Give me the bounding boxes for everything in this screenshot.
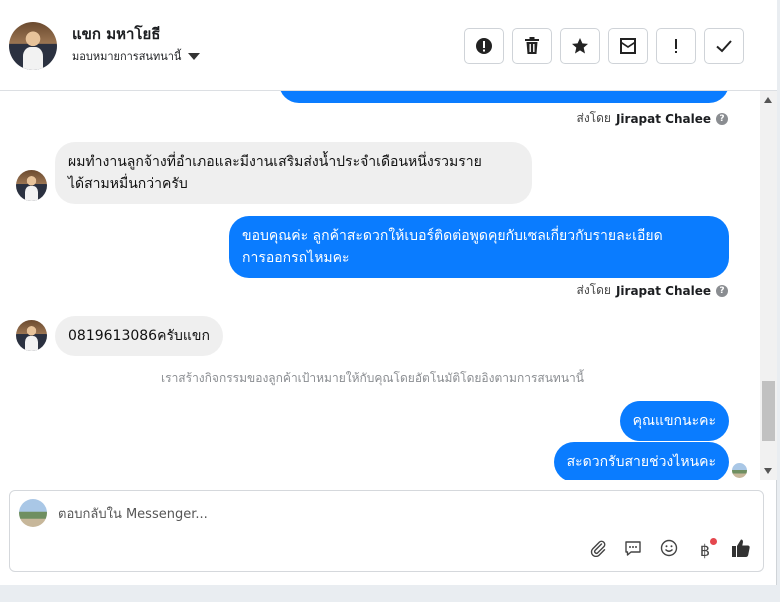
baht-icon: ฿ <box>699 540 711 560</box>
paperclip-icon <box>589 539 607 561</box>
sender-name: Jirapat Chalee <box>615 283 711 298</box>
star-button[interactable] <box>560 28 600 64</box>
system-notice: เราสร้างกิจกรรมของลูกค้าเป้าหมายให้กับคุ… <box>161 371 584 385</box>
help-icon[interactable]: ? <box>716 284 728 297</box>
emoji-icon <box>660 539 678 561</box>
reply-input[interactable] <box>58 503 658 525</box>
notification-dot <box>710 538 717 545</box>
spam-button[interactable] <box>464 28 504 64</box>
message-bubble-incoming[interactable]: ผมทำงานลูกจ้างที่อำเภอและมีงานเสริมส่งน้… <box>55 142 532 204</box>
thumbs-up-icon <box>731 538 751 562</box>
emoji-button[interactable] <box>657 538 681 562</box>
message-text: ขอบคุณค่ะ ลูกค้าสะดวกให้เบอร์ติดต่อพูดคุ… <box>242 228 663 244</box>
sent-by-label: ส่งโดย <box>576 283 611 297</box>
message-text: ได้สามหมื่นกว่าครับ <box>68 176 188 192</box>
message-bubble-outgoing[interactable]: ขอบคุณค่ะ ลูกค้าสะดวกให้เบอร์ติดต่อพูดคุ… <box>229 216 729 278</box>
page-avatar <box>19 499 47 527</box>
help-icon[interactable]: ? <box>716 112 728 125</box>
caret-down-icon <box>188 52 201 60</box>
sent-by-info: ส่งโดย Jirapat Chalee ? <box>576 109 728 128</box>
scrollbar-thumb[interactable] <box>762 381 775 441</box>
message-text: สะดวกรับสายช่วงไหนคะ <box>566 454 716 470</box>
message-text: คุณแขกนะคะ <box>632 413 716 429</box>
attach-button[interactable] <box>586 538 610 562</box>
exclamation-icon <box>673 37 679 55</box>
contact-avatar[interactable] <box>9 22 57 70</box>
star-icon <box>571 37 589 55</box>
message-bubble-incoming[interactable]: 0819613086ครับแขก <box>55 316 223 356</box>
comment-icon <box>624 539 642 561</box>
follow-up-button[interactable] <box>656 28 696 64</box>
scroll-up-icon[interactable] <box>764 97 772 103</box>
sender-name: Jirapat Chalee <box>615 111 711 126</box>
contact-name[interactable]: แขก มหาโยธี <box>72 22 160 46</box>
message-bubble-outgoing[interactable] <box>279 91 729 103</box>
read-receipt-avatar <box>732 463 747 478</box>
like-button[interactable] <box>729 538 753 562</box>
contact-avatar-small <box>16 170 47 201</box>
messenger-window: แขก มหาโยธี มอบหมายการสนทนานี้ ส่งโดย Ji… <box>0 0 777 585</box>
check-icon <box>715 37 733 55</box>
message-text: ผมทำงานลูกจ้างที่อำเภอและมีงานเสริมส่งน้… <box>68 154 482 170</box>
envelope-icon <box>619 37 637 55</box>
message-text: การออกรถไหมคะ <box>242 250 350 266</box>
sent-by-info: ส่งโดย Jirapat Chalee ? <box>576 281 728 300</box>
message-bubble-outgoing[interactable]: สะดวกรับสายช่วงไหนคะ <box>553 442 729 480</box>
done-button[interactable] <box>704 28 744 64</box>
contact-avatar-small <box>16 320 47 351</box>
message-text: 0819613086ครับแขก <box>68 328 210 344</box>
trash-icon <box>524 37 540 55</box>
assign-conversation[interactable]: มอบหมายการสนทนานี้ <box>72 47 201 65</box>
sent-by-label: ส่งโดย <box>576 111 611 125</box>
conversation-header: แขก มหาโยธี มอบหมายการสนทนานี้ <box>0 0 777 91</box>
mark-unread-button[interactable] <box>608 28 648 64</box>
reply-composer: ฿ <box>9 490 764 572</box>
saved-replies-button[interactable] <box>621 538 645 562</box>
payment-button[interactable]: ฿ <box>693 538 717 562</box>
scroll-down-icon[interactable] <box>764 468 772 474</box>
assign-label: มอบหมายการสนทนานี้ <box>72 50 182 63</box>
delete-button[interactable] <box>512 28 552 64</box>
alert-circle-icon <box>475 37 493 55</box>
message-bubble-outgoing[interactable]: คุณแขกนะคะ <box>619 401 729 441</box>
message-thread[interactable]: ส่งโดย Jirapat Chalee ? ผมทำงานลูกจ้างที… <box>0 91 760 480</box>
thread-scrollbar[interactable] <box>760 91 777 480</box>
